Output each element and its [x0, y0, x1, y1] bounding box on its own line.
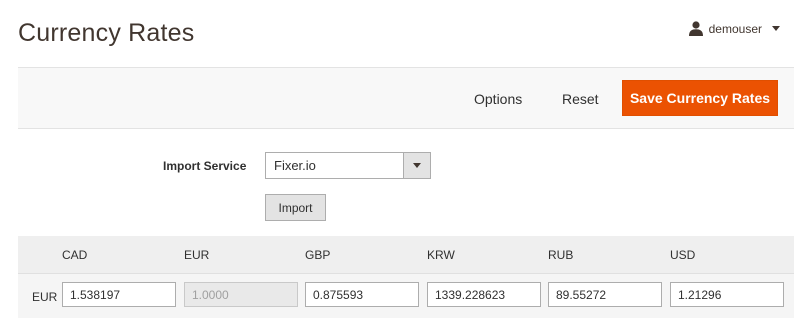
options-button[interactable]: Options [474, 91, 522, 107]
import-service-label: Import Service [163, 159, 247, 173]
column-header: USD [670, 248, 696, 262]
column-header: KRW [427, 248, 455, 262]
import-service-select[interactable]: Fixer.io [265, 152, 431, 179]
column-header: CAD [62, 248, 88, 262]
table-row: EUR [18, 273, 794, 318]
rate-input-eur [184, 282, 298, 307]
rate-input-usd[interactable] [670, 282, 784, 307]
rate-input-cad[interactable] [62, 282, 176, 307]
page-actions-bar: Options Reset Save Currency Rates [18, 67, 794, 129]
currency-rates-table: CAD EUR GBP KRW RUB USD EUR [18, 236, 794, 318]
column-header: GBP [305, 248, 331, 262]
import-button[interactable]: Import [265, 194, 326, 221]
import-service-value: Fixer.io [274, 158, 316, 173]
chevron-down-icon [772, 26, 780, 31]
save-currency-rates-button[interactable]: Save Currency Rates [622, 80, 778, 116]
rate-input-gbp[interactable] [305, 282, 419, 307]
dropdown-toggle[interactable] [403, 153, 430, 178]
chevron-down-icon [413, 163, 421, 168]
user-name: demouser [708, 21, 762, 36]
page-title: Currency Rates [18, 19, 195, 47]
user-icon [688, 21, 703, 36]
reset-button[interactable]: Reset [562, 91, 599, 107]
column-header: RUB [548, 248, 574, 262]
rate-input-krw[interactable] [427, 282, 541, 307]
table-header-row: CAD EUR GBP KRW RUB USD [18, 236, 794, 273]
column-header: EUR [184, 248, 210, 262]
user-menu[interactable]: demouser [688, 21, 780, 36]
rate-input-rub[interactable] [548, 282, 662, 307]
row-currency-label: EUR [32, 290, 58, 304]
